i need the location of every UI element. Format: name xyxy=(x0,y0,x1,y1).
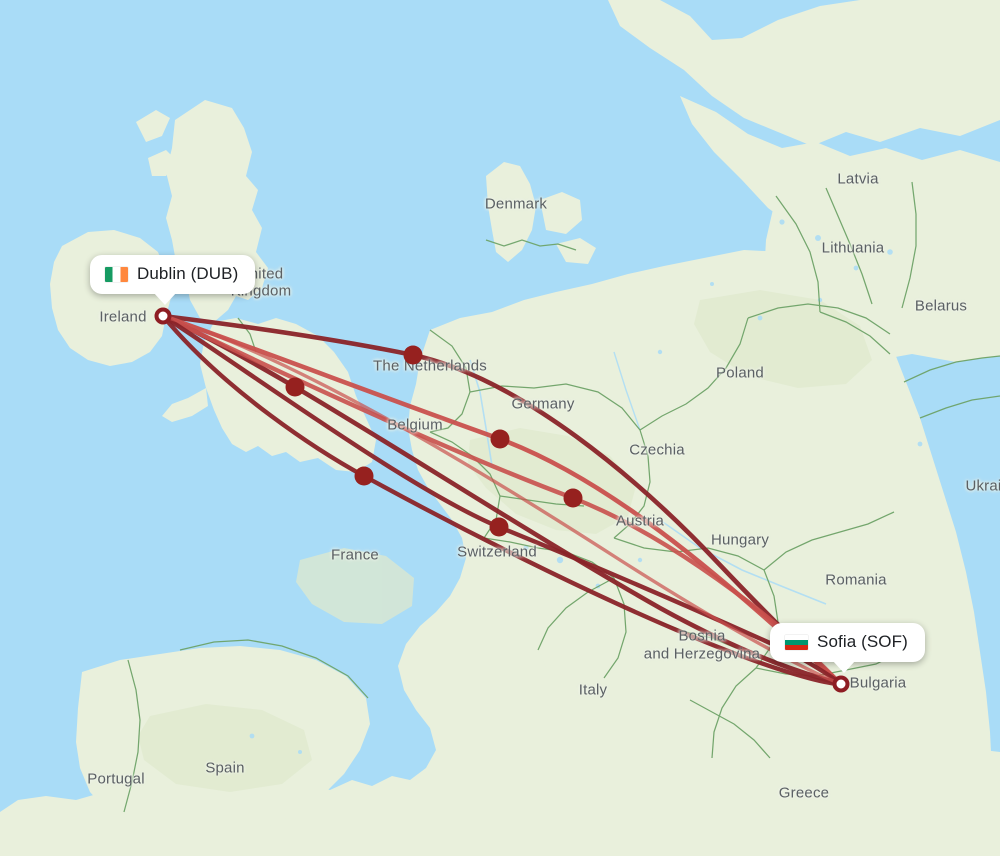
origin-airport-marker-dublin[interactable] xyxy=(154,307,172,325)
origin-airport-callout[interactable]: Dublin (DUB) xyxy=(90,255,256,305)
ireland-flag-icon xyxy=(105,266,128,282)
callout-tail xyxy=(832,660,856,673)
waypoint-frankfurt[interactable] xyxy=(490,429,510,449)
flight-route-map[interactable]: Denmark Latvia Lithuania Belarus Ireland… xyxy=(0,0,1000,856)
destination-airport-marker-sofia[interactable] xyxy=(832,675,850,693)
map-canvas xyxy=(0,0,1000,856)
waypoint-london[interactable] xyxy=(285,377,305,397)
waypoint-paris[interactable] xyxy=(354,466,374,486)
destination-airport-label: Sofia (SOF) xyxy=(817,632,908,651)
bulgaria-flag-icon xyxy=(785,634,808,650)
callout-tail xyxy=(153,292,177,305)
waypoint-amsterdam[interactable] xyxy=(403,345,423,365)
waypoint-munich[interactable] xyxy=(563,488,583,508)
waypoint-zurich[interactable] xyxy=(489,517,509,537)
destination-airport-callout[interactable]: Sofia (SOF) xyxy=(770,623,925,673)
origin-airport-label: Dublin (DUB) xyxy=(137,264,239,283)
